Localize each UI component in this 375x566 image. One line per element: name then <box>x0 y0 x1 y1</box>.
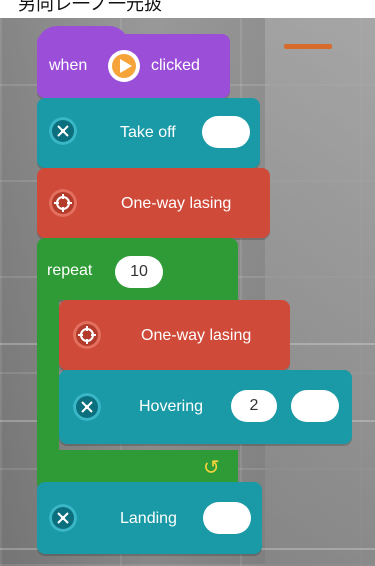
hover-label: Hovering <box>139 398 204 415</box>
takeoff-input[interactable] <box>202 116 250 148</box>
lasing-block-2[interactable]: One-way lasing <box>59 300 290 370</box>
takeoff-label: Take off <box>120 124 176 141</box>
background-panel <box>265 0 375 566</box>
drone-icon <box>49 117 77 145</box>
orange-mark <box>284 44 332 49</box>
takeoff-block[interactable]: Take off <box>37 98 260 168</box>
lasing-label-1: One-way lasing <box>121 195 232 212</box>
hover-value[interactable]: 2 <box>231 390 277 422</box>
repeat-label: repeat <box>47 262 93 279</box>
header-text: 另向レ一ノ一元扱 <box>0 0 375 18</box>
repeat-block-side <box>37 300 59 450</box>
lasing-label-2: One-way lasing <box>141 327 252 344</box>
landing-input[interactable] <box>203 502 251 534</box>
hover-block[interactable]: Hovering 2 <box>59 370 352 444</box>
event-suffix-label: clicked <box>151 57 200 74</box>
repeat-block-top[interactable]: repeat 10 <box>37 238 238 300</box>
event-block[interactable]: when clicked <box>37 26 230 98</box>
target-icon <box>73 321 101 349</box>
hover-input[interactable] <box>291 390 339 422</box>
drone-icon <box>73 393 101 421</box>
loop-arrow-icon: ↺ <box>203 457 220 479</box>
play-icon <box>108 50 140 82</box>
drone-icon <box>49 504 77 532</box>
landing-block[interactable]: Landing <box>37 482 262 554</box>
repeat-count[interactable]: 10 <box>115 256 163 288</box>
event-prefix-label: when <box>49 57 88 74</box>
target-icon <box>49 189 77 217</box>
lasing-block-1[interactable]: One-way lasing <box>37 168 270 238</box>
landing-label: Landing <box>120 510 177 527</box>
